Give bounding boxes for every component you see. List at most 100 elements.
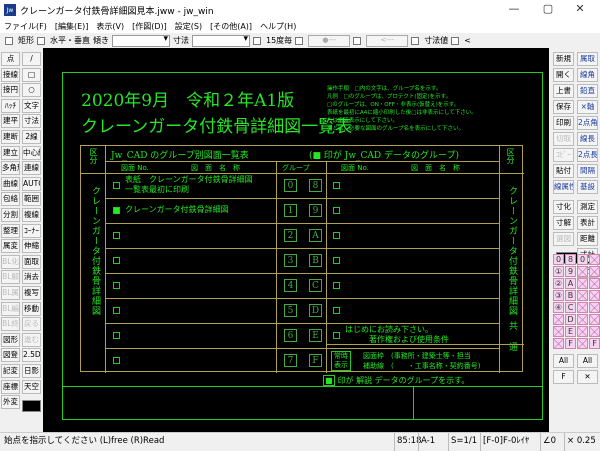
layer-f1-button[interactable]: F [553, 370, 574, 384]
layer-button[interactable]: 0 [577, 254, 588, 265]
layer-button[interactable]: D [565, 314, 576, 325]
layer-button[interactable] [589, 302, 600, 313]
group-box[interactable]: 3 [284, 254, 297, 267]
status-angle[interactable]: ∠0 [540, 433, 556, 451]
tool-button[interactable]: 記変 [1, 364, 20, 378]
line-color-swatch[interactable] [22, 400, 41, 412]
drawing-canvas[interactable]: 2020年9月 令和２年A1版 クレーンガータ付鉄骨詳細図一覧表 操作手順 □内… [43, 48, 549, 432]
group-box[interactable]: 1 [284, 204, 297, 217]
tool-button[interactable]: 接線 [1, 67, 20, 82]
tool-button[interactable]: 曲線 [1, 176, 20, 191]
group-box[interactable]: 8 [309, 179, 322, 192]
layer-button[interactable]: 9 [565, 266, 576, 277]
tool-button[interactable]: 図登 [1, 348, 20, 363]
tool-button[interactable]: 天空 [22, 379, 41, 394]
tool-button[interactable]: 2.5D [22, 348, 41, 363]
tool-button[interactable]: 貼付 [553, 164, 574, 178]
tool-button[interactable]: 線角 [577, 68, 598, 82]
tool-button[interactable]: 建断 [1, 130, 20, 144]
tool-button[interactable]: 進む [22, 332, 41, 347]
tool-button[interactable]: 文字 [22, 98, 41, 113]
tool-button[interactable]: BL終 [1, 317, 20, 332]
lt-checkbox[interactable] [451, 36, 460, 45]
tool-button[interactable]: ○ [22, 83, 41, 98]
tool-button[interactable]: 基設 [577, 180, 598, 194]
layer-button[interactable] [577, 266, 588, 277]
layer-button[interactable] [577, 278, 588, 289]
tool-button[interactable]: 複写 [22, 286, 41, 300]
layer-button[interactable] [589, 290, 600, 301]
tool-button[interactable]: BL解 [1, 270, 20, 285]
deg15-checkbox[interactable] [253, 36, 261, 45]
menu-item[interactable]: 設定(S) [175, 21, 202, 32]
layer-button[interactable] [553, 338, 564, 349]
group-box[interactable]: 7 [284, 354, 297, 367]
layer-button[interactable] [577, 290, 588, 301]
group-box[interactable]: 2 [284, 229, 297, 242]
tool-button[interactable]: 点 [1, 52, 20, 66]
minimize-button[interactable]: — [500, 2, 528, 18]
layer-button[interactable]: ③ [553, 290, 564, 301]
dimval-checkbox[interactable] [411, 36, 420, 45]
group-box[interactable]: C [309, 279, 322, 292]
tool-button[interactable]: 測定 [577, 200, 598, 214]
layer-button[interactable]: F [565, 338, 576, 349]
close-button[interactable]: ✕ [566, 2, 594, 18]
layer-button[interactable] [577, 338, 588, 349]
layer-button[interactable] [589, 314, 600, 325]
layer-button[interactable] [577, 314, 588, 325]
tool-button[interactable]: 範囲 [22, 192, 41, 207]
tool-button[interactable]: 面取 [22, 254, 41, 269]
tool-button[interactable]: 包絡 [1, 192, 20, 207]
tool-button[interactable]: AUTO [22, 176, 41, 191]
group-box[interactable]: 5 [284, 304, 297, 317]
group-box[interactable]: B [309, 254, 322, 267]
tool-button[interactable]: 消去 [22, 270, 41, 285]
tool-button[interactable]: 中心線 [22, 145, 41, 160]
layer-button[interactable]: B [565, 290, 576, 301]
tool-button[interactable]: 上書 [553, 84, 574, 98]
layer-button[interactable] [577, 302, 588, 313]
layer-button[interactable] [589, 254, 600, 265]
layer-button[interactable] [577, 326, 588, 337]
group-box[interactable]: E [309, 329, 322, 342]
menu-item[interactable]: [その他(A)] [210, 21, 252, 32]
group-box[interactable]: A [309, 229, 322, 242]
tool-button[interactable]: 間隔 [577, 164, 598, 178]
layer-button[interactable]: E [565, 326, 576, 337]
dot-line-button[interactable]: ●--- [308, 34, 351, 47]
menu-item[interactable]: [編集(E)] [55, 21, 89, 32]
group-box[interactable]: D [309, 304, 322, 317]
arrow-line-button[interactable]: <--- [366, 34, 409, 47]
tool-button[interactable]: 座標 [1, 379, 20, 394]
tool-button[interactable]: BL属 [1, 286, 20, 300]
hv-checkbox[interactable] [37, 36, 45, 45]
rect-checkbox[interactable] [5, 36, 13, 45]
tool-button[interactable]: 2点長 [577, 148, 598, 162]
arrow-checkbox[interactable] [353, 36, 362, 45]
layer-button[interactable] [553, 314, 564, 325]
tool-button[interactable]: 表計 [577, 216, 598, 230]
menu-item[interactable]: ファイル(F) [4, 21, 47, 32]
tool-button[interactable]: 属変 [1, 239, 20, 254]
group-box[interactable]: 6 [284, 329, 297, 342]
layer-button[interactable]: ① [553, 266, 564, 277]
tool-button[interactable]: / [22, 52, 41, 66]
layer-button[interactable] [589, 266, 600, 277]
tool-button[interactable]: 建平 [1, 114, 20, 129]
status-zoom[interactable]: × 0.25 [564, 433, 596, 451]
menu-item[interactable]: ヘルプ(H) [260, 21, 296, 32]
tool-button[interactable]: 外変 [1, 395, 20, 410]
tool-button[interactable]: 日影 [22, 364, 41, 378]
dim-dropdown[interactable] [192, 34, 250, 47]
tool-button[interactable]: ﾊｯﾁ [1, 98, 20, 113]
status-scale[interactable]: S=1/1 [448, 433, 477, 451]
tool-button[interactable]: 2線 [22, 130, 41, 144]
tool-button[interactable]: BL編 [1, 301, 20, 316]
tool-button[interactable]: ×軸 [577, 100, 598, 114]
tool-button[interactable]: 寸法 [22, 114, 41, 129]
tool-button[interactable]: 接円 [1, 83, 20, 98]
group-box[interactable]: 4 [284, 279, 297, 292]
group-box[interactable]: F [309, 354, 322, 367]
maximize-button[interactable]: ▢ [534, 2, 562, 18]
